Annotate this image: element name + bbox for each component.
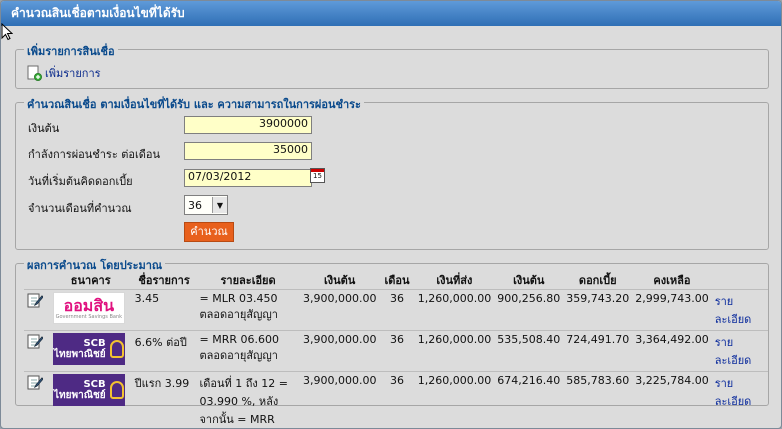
principal-cell: 3,900,000.00 — [299, 289, 380, 331]
add-item-link[interactable]: เพิ่มรายการ — [26, 64, 101, 82]
add-item-fieldset: เพิ่มรายการสินเชื่อ เพิ่มรายการ — [15, 42, 769, 89]
loan-detail: เดือนที่ 1 ถึง 12 = 03.990 %, หลังจากนั้… — [196, 371, 300, 428]
start-date-label: วันที่เริ่มต้นคิดดอกเบี้ย — [28, 175, 133, 188]
results-table: ธนาคาร ชื่อรายการ รายละเอียด เงินต้น เดื… — [24, 271, 768, 428]
detail-link[interactable]: รายละเอียด — [711, 289, 768, 331]
gsb-bank-logo: ออมสิน Government Savings Bank — [52, 292, 125, 324]
table-row: ออมสิน Government Savings Bank 3.45 = ML… — [24, 289, 768, 331]
scb-bank-logo: SCB ไทยพาณิชย์ — [52, 374, 125, 406]
payment-label: กำลังการผ่อนชำระ ต่อเดือน — [28, 148, 160, 161]
calculate-button[interactable]: คำนวณ — [184, 222, 234, 242]
mouse-cursor-icon — [1, 23, 13, 41]
loan-name: ปีแรก 3.99 — [131, 371, 197, 428]
col-header: ธนาคาร — [70, 274, 111, 287]
table-row: SCB ไทยพาณิชย์ 6.6% ต่อปี = MRR 06.600 ต… — [24, 330, 768, 372]
loan-name: 3.45 — [131, 289, 197, 331]
months-label: จำนวนเดือนที่คำนวณ — [28, 202, 132, 215]
detail-link[interactable]: รายละเอียด — [711, 330, 768, 372]
table-row: SCB ไทยพาณิชย์ ปีแรก 3.99 เดือนที่ 1 ถึง… — [24, 371, 768, 428]
months-cell: 36 — [379, 289, 415, 331]
principal-cell: 3,900,000.00 — [299, 330, 380, 372]
col-header: เงินที่ส่ง — [436, 274, 473, 287]
paid-cell: 1,260,000.00 — [414, 371, 495, 428]
principal-input[interactable]: 3900000 — [184, 116, 312, 134]
edit-icon[interactable] — [27, 333, 44, 349]
edit-icon[interactable] — [27, 292, 44, 308]
interest-cell: 359,743.20 — [563, 289, 633, 331]
interest-cell: 585,783.60 — [563, 371, 633, 428]
principal-paid-cell: 535,508.40 — [494, 330, 564, 372]
interest-cell: 724,491.70 — [563, 330, 633, 372]
edit-cell[interactable] — [24, 289, 50, 331]
payment-input[interactable]: 35000 — [184, 142, 312, 160]
paid-cell: 1,260,000.00 — [414, 289, 495, 331]
main-window: คำนวณสินเชื่อตามเงื่อนไขที่ได้รับ เพิ่มร… — [0, 0, 782, 429]
scb-bank-logo: SCB ไทยพาณิชย์ — [52, 333, 125, 365]
loan-detail: = MLR 03.450 ตลอดอายุสัญญา — [196, 289, 300, 331]
remaining-cell: 2,999,743.00 — [632, 289, 712, 331]
months-cell: 36 — [379, 330, 415, 372]
months-select-value: 36 — [188, 198, 202, 212]
scb-logo-text: ไทยพาณิชย์ — [54, 390, 106, 401]
edit-cell[interactable] — [24, 371, 50, 428]
calc-legend: คำนวณสินเชื่อ ตามเงื่อนไขที่ได้รับ และ ค… — [24, 95, 364, 113]
window-title: คำนวณสินเชื่อตามเงื่อนไขที่ได้รับ — [1, 1, 781, 26]
results-fieldset: ผลการคำนวณ โดยประมาณ ธนาคาร ชื่อรายการ ร… — [15, 256, 769, 428]
gsb-logo-text: ออมสิน — [63, 295, 115, 315]
loan-detail: = MRR 06.600 ตลอดอายุสัญญา — [196, 330, 300, 372]
start-date-input[interactable]: 07/03/2012 — [184, 169, 312, 187]
remaining-cell: 3,364,492.00 — [632, 330, 712, 372]
principal-label: เงินต้น — [28, 122, 60, 135]
paid-cell: 1,260,000.00 — [414, 330, 495, 372]
calc-fieldset: คำนวณสินเชื่อ ตามเงื่อนไขที่ได้รับ และ ค… — [15, 95, 769, 250]
col-header: ชื่อรายการ — [138, 274, 190, 287]
add-item-legend: เพิ่มรายการสินเชื่อ — [24, 42, 118, 60]
edit-cell[interactable] — [24, 330, 50, 372]
chevron-down-icon[interactable]: ▼ — [212, 197, 227, 213]
remaining-cell: 3,225,784.00 — [632, 371, 712, 428]
loan-name: 6.6% ต่อปี — [131, 330, 197, 372]
months-select[interactable]: 36 ▼ — [184, 195, 228, 215]
col-header: ดอกเบี้ย — [578, 274, 617, 287]
months-cell: 36 — [379, 371, 415, 428]
principal-cell: 3,900,000.00 — [299, 371, 380, 428]
col-header: รายละเอียด — [220, 274, 276, 287]
add-document-icon — [27, 65, 42, 81]
add-item-label: เพิ่มรายการ — [45, 67, 101, 80]
detail-link[interactable]: รายละเอียด — [711, 371, 768, 428]
calendar-icon[interactable]: 15 — [310, 168, 325, 183]
principal-paid-cell: 900,256.80 — [494, 289, 564, 331]
col-header: เดือน — [384, 274, 410, 287]
scb-logo-text: ไทยพาณิชย์ — [54, 349, 106, 360]
col-header: เงินต้น — [513, 274, 545, 287]
edit-icon[interactable] — [27, 374, 44, 390]
principal-paid-cell: 674,216.40 — [494, 371, 564, 428]
col-header: คงเหลือ — [653, 274, 691, 287]
col-header: เงินต้น — [323, 274, 356, 287]
